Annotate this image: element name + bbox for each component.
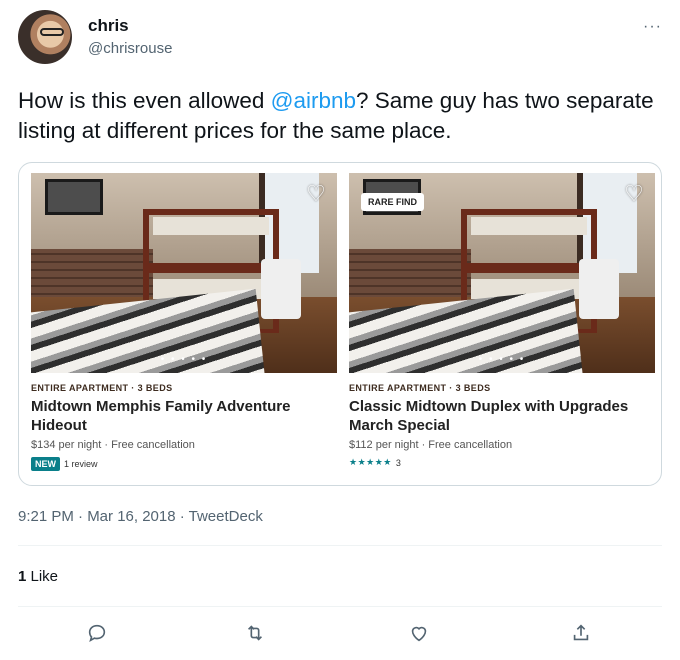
share-icon[interactable] xyxy=(570,622,596,648)
listing-photo[interactable]: ♡ • • • • • xyxy=(31,173,337,373)
divider xyxy=(18,545,662,546)
action-bar xyxy=(18,618,662,650)
mention-link[interactable]: @airbnb xyxy=(271,88,356,113)
listing-price: $134 per night · Free cancellation xyxy=(31,439,195,451)
listing-review-row: NEW 1 review xyxy=(31,457,337,471)
tweet-timestamp[interactable]: 9:21 PM · Mar 16, 2018 · TweetDeck xyxy=(18,508,263,525)
listing-rating-row: ★★★★★ 3 xyxy=(349,457,655,468)
user-handle[interactable]: @chrisrouse xyxy=(88,40,172,57)
listing-price: $112 per night · Free cancellation xyxy=(349,439,513,451)
like-count[interactable]: 1 Like xyxy=(18,568,58,585)
like-icon[interactable] xyxy=(408,622,434,648)
tweet-text: How is this even allowed @airbnb? Same g… xyxy=(18,86,658,146)
listing-card[interactable]: ♡ • • • • • ENTIRE APARTMENT · 3 BEDS Mi… xyxy=(31,173,337,471)
rating-count: 3 xyxy=(395,457,401,468)
tweet-text-start: How is this even allowed xyxy=(18,88,271,113)
listing-meta: ENTIRE APARTMENT · 3 BEDS xyxy=(349,383,491,393)
tweet-header: chris @chrisrouse ··· xyxy=(18,10,662,70)
listing-photo[interactable]: RARE FIND ♡ • • • • • xyxy=(349,173,655,373)
wall-frame xyxy=(45,179,103,215)
more-options-icon[interactable]: ··· xyxy=(643,18,662,36)
retweet-icon[interactable] xyxy=(244,622,270,648)
heart-icon[interactable]: ♡ xyxy=(305,183,327,205)
listing-title[interactable]: Midtown Memphis Family Adventure Hideout xyxy=(31,397,337,435)
listing-meta: ENTIRE APARTMENT · 3 BEDS xyxy=(31,383,173,393)
listing-title[interactable]: Classic Midtown Duplex with Upgrades Mar… xyxy=(349,397,655,435)
avatar-glasses-icon xyxy=(40,28,64,36)
reply-icon[interactable] xyxy=(86,622,112,648)
avatar[interactable] xyxy=(18,10,72,64)
carousel-dots-icon[interactable]: • • • • • xyxy=(161,354,208,365)
heart-icon[interactable]: ♡ xyxy=(623,183,645,205)
new-badge: NEW xyxy=(31,457,60,471)
listing-card[interactable]: RARE FIND ♡ • • • • • ENTIRE APARTMENT ·… xyxy=(349,173,655,468)
like-count-label: Like xyxy=(26,568,59,585)
divider xyxy=(18,606,662,607)
rare-find-badge: RARE FIND xyxy=(361,193,424,211)
embedded-image[interactable]: ♡ • • • • • ENTIRE APARTMENT · 3 BEDS Mi… xyxy=(18,162,662,486)
star-rating-icon: ★★★★★ xyxy=(349,457,392,467)
carousel-dots-icon[interactable]: • • • • • xyxy=(479,354,526,365)
display-name[interactable]: chris xyxy=(88,16,129,36)
review-count: 1 review xyxy=(64,459,98,469)
